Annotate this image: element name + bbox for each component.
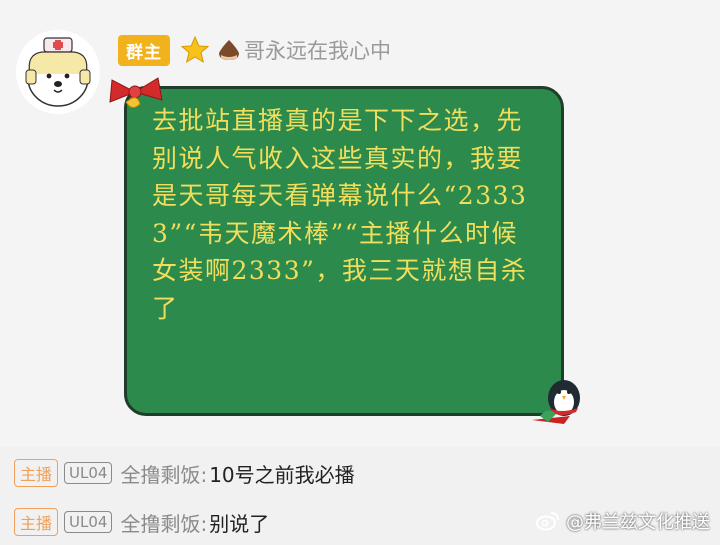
user-level-tag: UL04 (64, 462, 113, 484)
avatar[interactable] (16, 30, 100, 114)
star-icon (180, 35, 210, 64)
host-tag: 主播 (14, 459, 59, 487)
chestnut-icon (219, 40, 239, 60)
polar-bear-avatar-icon (25, 37, 91, 107)
user-level-tag: UL04 (64, 511, 113, 533)
group-owner-badge: 群主 (118, 34, 170, 66)
host-tag: 主播 (14, 508, 59, 536)
message-header: 群主 哥永远在我心中 (118, 34, 391, 66)
watermark-text: @弗兰兹文化推送 (566, 512, 710, 533)
username[interactable]: 哥永远在我心中 (244, 35, 391, 65)
danmaku-row: 主播 UL04 全撸剩饭: 10号之前我必播 (0, 453, 720, 493)
penguin-icon (532, 380, 580, 424)
danmaku-text: 10号之前我必播 (209, 462, 355, 487)
danmaku-sender[interactable]: 全撸剩饭: (120, 459, 207, 488)
danmaku-sender[interactable]: 全撸剩饭: (120, 508, 207, 537)
danmaku-text: 别说了 (209, 511, 270, 536)
weibo-icon (536, 512, 559, 531)
weibo-watermark: @弗兰兹文化推送 (536, 508, 710, 534)
message-text: 去批站直播真的是下下之选，先别说人气收入这些真实的，我要是天哥每天看弹幕说什么“… (152, 106, 528, 323)
chat-message-area: 群主 哥永远在我心中 去批站直播真的是下下之选，先别说人气收入这些真实的，我要是… (0, 0, 720, 447)
christmas-bow-icon (109, 77, 163, 108)
